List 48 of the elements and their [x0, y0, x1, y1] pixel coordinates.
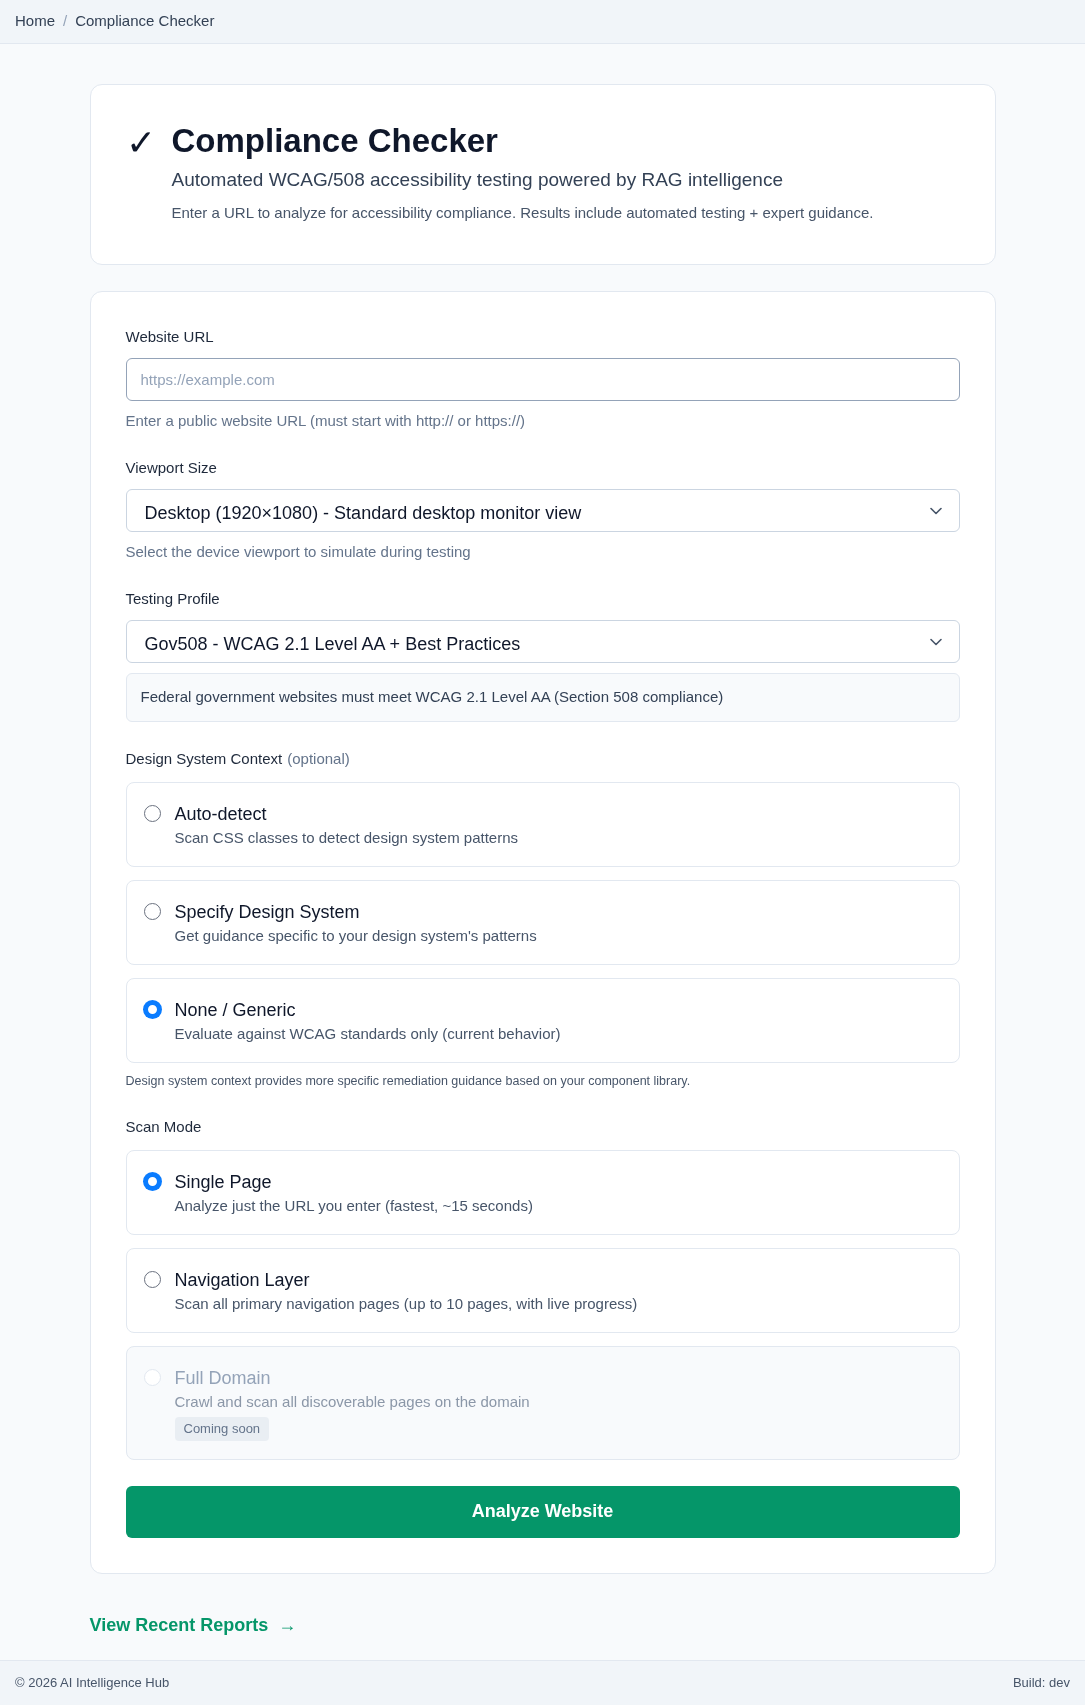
- option-card[interactable]: Specify Design System Get guidance specific to your design system's patterns: [125, 880, 960, 965]
- page-subtitle: Automated WCAG/508 accessibility testing powered by RAG intelligence: [171, 168, 784, 192]
- optional-hint: (optional): [287, 749, 350, 769]
- field-label: Design System Context: [125, 749, 283, 769]
- radio-button[interactable]: [143, 805, 161, 822]
- option-title: Single Page: [174, 1171, 273, 1193]
- option-description: Crawl and scan all discoverable pages on the domain: [174, 1392, 530, 1412]
- breadcrumb-link[interactable]: Home: [15, 10, 55, 33]
- testing-profile-select[interactable]: Gov508 - WCAG 2.1 Level AA + Best Practices: [125, 620, 960, 663]
- help-text: Design system context provides more specific remediation guidance based on your component library.: [125, 1073, 692, 1090]
- viewport-select[interactable]: Desktop (1920×1080) - Standard desktop monitor view: [125, 489, 960, 532]
- arrow-right-icon: →: [278, 1611, 297, 1639]
- option-title: Specify Design System: [174, 901, 361, 923]
- option-card[interactable]: Auto-detect Scan CSS classes to detect design system patterns: [125, 782, 960, 867]
- option-title: Navigation Layer: [174, 1269, 311, 1291]
- checkmark-icon: ✓: [125, 123, 156, 163]
- option-description: Scan all primary navigation pages (up to 10 pages, with live progress): [174, 1294, 638, 1314]
- field-label: Viewport Size: [125, 458, 218, 478]
- recent-reports-link[interactable]: View Recent Reports →: [89, 1611, 297, 1639]
- page-description: Enter a URL to analyze for accessibility compliance. Results include automated testing + expert guidance.: [171, 203, 874, 223]
- option-description: Evaluate against WCAG standards only (current behavior): [174, 1024, 561, 1044]
- radio-button[interactable]: [143, 1271, 161, 1288]
- radio-button[interactable]: [143, 903, 161, 920]
- help-text: Select the device viewport to simulate during testing: [125, 542, 472, 562]
- build-label: Build: dev: [1012, 1674, 1070, 1693]
- option-description: Get guidance specific to your design system's patterns: [174, 926, 537, 946]
- status-badge: Coming soon: [174, 1417, 270, 1441]
- option-description: Analyze just the URL you enter (fastest, ~15 seconds): [174, 1196, 533, 1216]
- url-input[interactable]: https://example.com: [125, 358, 960, 401]
- field-label: Scan Mode: [125, 1117, 203, 1137]
- page-title: Compliance Checker: [171, 121, 499, 161]
- field-label: Website URL: [125, 327, 215, 347]
- field-label: Testing Profile: [125, 589, 221, 609]
- option-card[interactable]: Navigation Layer Scan all primary navigation pages (up to 10 pages, with live progress): [125, 1248, 960, 1333]
- radio-button[interactable]: [143, 1173, 161, 1190]
- option-title: Full Domain: [174, 1367, 272, 1389]
- option-title: Auto-detect: [174, 803, 268, 825]
- option-card[interactable]: Single Page Analyze just the URL you enter (fastest, ~15 seconds): [125, 1150, 960, 1235]
- profile-info-text: Federal government websites must meet WCAG 2.1 Level AA (Section 508 compliance): [125, 673, 960, 722]
- breadcrumb-separator: /: [63, 11, 68, 32]
- option-card[interactable]: None / Generic Evaluate against WCAG standards only (current behavior): [125, 978, 960, 1063]
- option-title: None / Generic: [174, 999, 297, 1021]
- analyze-button[interactable]: Analyze Website: [125, 1485, 960, 1538]
- option-description: Scan CSS classes to detect design system patterns: [174, 828, 518, 848]
- help-text: Enter a public website URL (must start with http:// or https://): [125, 411, 527, 431]
- radio-button[interactable]: [143, 1001, 161, 1018]
- breadcrumb-link[interactable]: Compliance Checker: [75, 10, 215, 33]
- copyright-text: © 2026 AI Intelligence Hub: [15, 1674, 170, 1693]
